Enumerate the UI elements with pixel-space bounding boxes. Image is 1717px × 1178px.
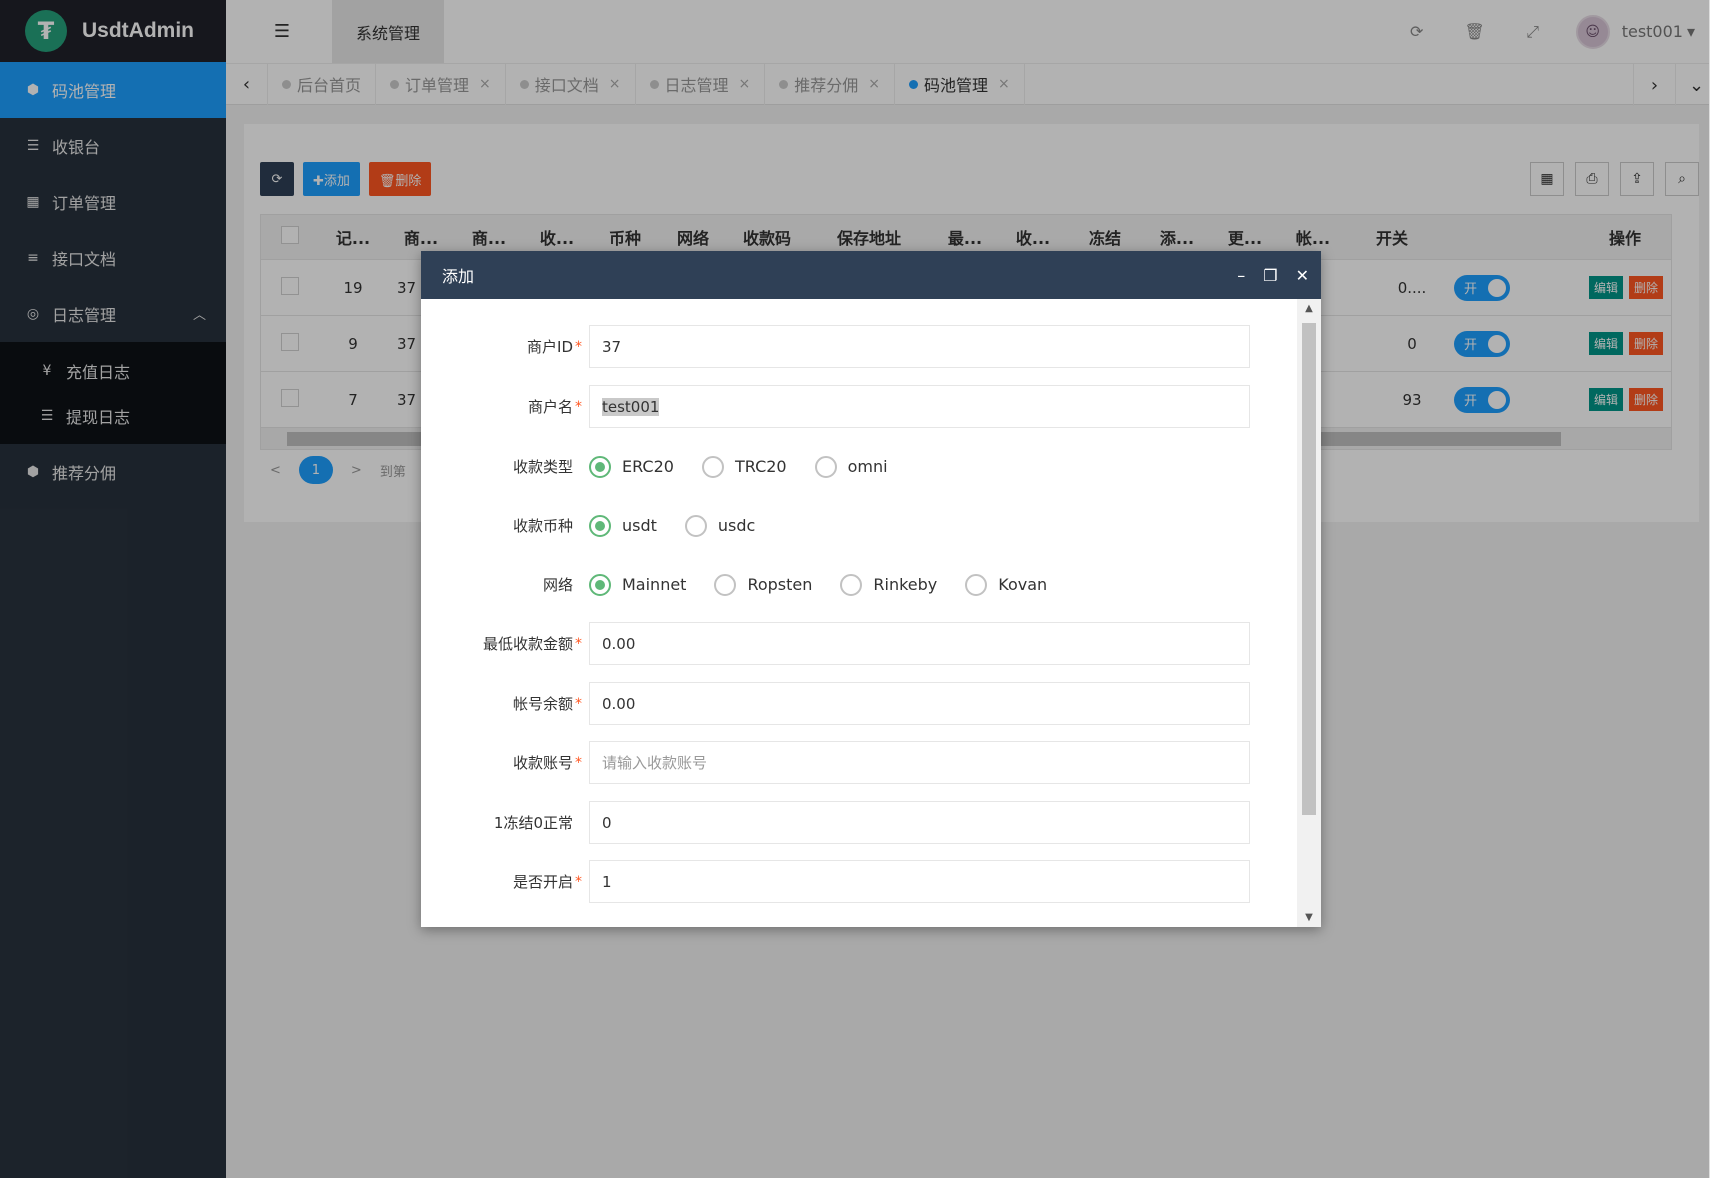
radio-erc20[interactable]: ERC20	[589, 455, 674, 478]
radio-kovan[interactable]: Kovan	[965, 573, 1048, 596]
radio-usdc[interactable]: usdc	[684, 514, 756, 537]
required-mark: *	[575, 873, 582, 890]
radio-unchecked-icon	[684, 514, 707, 537]
field-label: 是否开启	[512, 873, 573, 891]
network-radios: Mainnet Ropsten Rinkeby Kovan	[589, 573, 1075, 596]
account-input[interactable]: 请输入收款账号	[589, 741, 1250, 784]
enabled-input[interactable]: 1	[589, 860, 1250, 903]
field-label: 商户ID	[527, 338, 573, 356]
field-label: 收款类型	[512, 458, 573, 476]
scrollbar-thumb[interactable]	[1302, 323, 1316, 815]
radio-label: usdt	[622, 516, 657, 535]
field-label: 网络	[542, 576, 573, 594]
radio-label: Mainnet	[622, 575, 687, 594]
frozen-input[interactable]: 0	[589, 801, 1250, 844]
dialog-body: 商户ID* 37 商户名* test001 收款类型* ERC20 TRC20 …	[421, 299, 1297, 927]
field-label: 最低收款金额	[482, 635, 573, 653]
radio-unchecked-icon	[814, 455, 837, 478]
form-row-min-amount: 最低收款金额 * 0.00	[421, 622, 1250, 665]
vertical-scrollbar[interactable]: ▲ ▼	[1297, 299, 1321, 927]
form-row-balance: 帐号余额 * 0.00	[421, 682, 1250, 725]
dialog-titlebar[interactable]: 添加 – ❐ ✕	[421, 251, 1321, 299]
radio-label: Ropsten	[747, 575, 813, 594]
close-icon[interactable]: ✕	[1296, 266, 1309, 285]
radio-label: usdc	[717, 516, 756, 535]
radio-label: ERC20	[622, 457, 674, 476]
form-row-currency: 收款币种* usdt usdc	[421, 504, 783, 547]
merchant-name-input[interactable]: test001	[589, 385, 1250, 428]
form-row-payment-type: 收款类型* ERC20 TRC20 omni	[421, 445, 916, 488]
selected-text: test001	[602, 397, 660, 416]
form-row-frozen: 1冻结0正常* 0	[421, 801, 1250, 844]
radio-unchecked-icon	[840, 573, 863, 596]
required-mark: *	[575, 695, 582, 712]
radio-unchecked-icon	[701, 455, 724, 478]
window-edge	[1709, 0, 1717, 1178]
add-dialog: 添加 – ❐ ✕ 商户ID* 37 商户名* test001 收款类型* ERC…	[421, 251, 1321, 927]
merchant-id-input[interactable]: 37	[589, 325, 1250, 368]
radio-omni[interactable]: omni	[814, 455, 888, 478]
radio-unchecked-icon	[965, 573, 988, 596]
required-mark: *	[575, 338, 582, 355]
field-label: 商户名	[527, 398, 573, 416]
field-label: 1冻结0正常	[493, 814, 573, 832]
scroll-down-icon[interactable]: ▼	[1297, 912, 1321, 923]
radio-label: TRC20	[734, 457, 787, 476]
radio-checked-icon	[589, 514, 611, 537]
dialog-title: 添加	[442, 267, 475, 286]
field-label: 收款账号	[512, 754, 573, 772]
balance-input[interactable]: 0.00	[589, 682, 1250, 725]
minimize-icon[interactable]: –	[1237, 266, 1245, 285]
radio-label: Rinkeby	[873, 575, 938, 594]
radio-mainnet[interactable]: Mainnet	[589, 573, 687, 596]
currency-radios: usdt usdc	[589, 514, 783, 537]
form-row-account: 收款账号 * 请输入收款账号	[421, 741, 1250, 784]
form-row-merchant-id: 商户ID * 37	[421, 325, 1250, 368]
required-mark: *	[575, 754, 582, 771]
radio-label: omni	[847, 457, 888, 476]
field-label: 收款币种	[512, 517, 573, 535]
radio-rinkeby[interactable]: Rinkeby	[840, 573, 938, 596]
radio-checked-icon	[589, 573, 611, 596]
radio-ropsten[interactable]: Ropsten	[714, 573, 813, 596]
payment-type-radios: ERC20 TRC20 omni	[589, 455, 916, 478]
form-row-enabled: 是否开启 * 1	[421, 860, 1250, 903]
radio-checked-icon	[589, 455, 611, 478]
scroll-up-icon[interactable]: ▲	[1297, 303, 1321, 314]
form-row-network: 网络* Mainnet Ropsten Rinkeby Kovan	[421, 563, 1075, 606]
radio-trc20[interactable]: TRC20	[701, 455, 787, 478]
required-mark: *	[575, 635, 582, 652]
field-label: 帐号余额	[512, 695, 573, 713]
radio-label: Kovan	[998, 575, 1048, 594]
min-amount-input[interactable]: 0.00	[589, 622, 1250, 665]
radio-usdt[interactable]: usdt	[589, 514, 657, 537]
dialog-controls: – ❐ ✕	[1237, 251, 1309, 299]
radio-unchecked-icon	[714, 573, 737, 596]
form-row-merchant-name: 商户名 * test001	[421, 385, 1250, 428]
maximize-icon[interactable]: ❐	[1263, 266, 1277, 285]
required-mark: *	[575, 398, 582, 415]
